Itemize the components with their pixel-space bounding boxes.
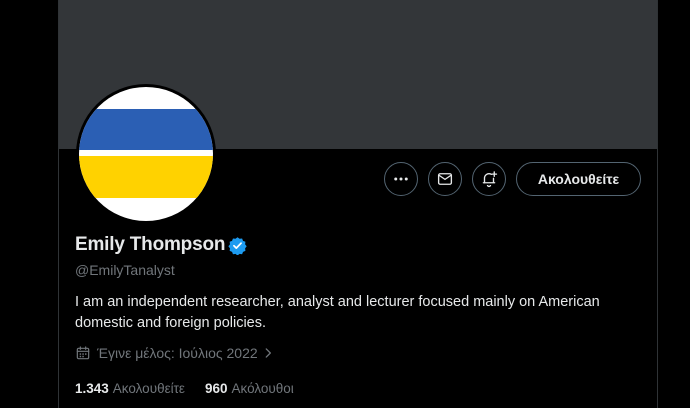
flag-avatar-image bbox=[79, 87, 213, 221]
join-date[interactable]: Έγινε μέλος: Ιούλιος 2022 bbox=[75, 345, 275, 361]
avatar-image bbox=[79, 87, 213, 221]
following-label: Ακολουθείτε bbox=[112, 381, 185, 396]
chevron-right-icon bbox=[265, 348, 271, 358]
follow-stats: 1.343 Ακολουθείτε 960 Ακόλουθοι bbox=[75, 381, 314, 396]
following-button[interactable]: Ακολουθείτε bbox=[516, 162, 641, 196]
following-stat[interactable]: 1.343 Ακολουθείτε bbox=[75, 381, 185, 396]
more-button[interactable] bbox=[384, 162, 418, 196]
avatar[interactable] bbox=[76, 84, 216, 224]
profile-handle: @EmilyTanalyst bbox=[75, 262, 175, 278]
following-count: 1.343 bbox=[75, 381, 109, 396]
followers-count: 960 bbox=[204, 381, 228, 396]
display-name: Emily Thompson bbox=[75, 234, 226, 255]
followers-label: Ακόλουθοι bbox=[231, 381, 294, 396]
message-button[interactable] bbox=[428, 162, 462, 196]
right-divider bbox=[657, 0, 658, 408]
profile-name-row: Emily Thompson bbox=[75, 234, 247, 256]
followers-stat[interactable]: 960 Ακόλουθοι bbox=[205, 381, 294, 396]
calendar-icon bbox=[76, 346, 90, 360]
more-icon bbox=[394, 177, 408, 181]
verified-badge-icon[interactable] bbox=[228, 236, 247, 255]
notifications-button[interactable] bbox=[472, 162, 506, 196]
mail-icon bbox=[437, 173, 453, 185]
left-rail bbox=[0, 0, 58, 408]
bell-plus-icon bbox=[482, 171, 498, 188]
join-date-text: Έγινε μέλος: Ιούλιος 2022 bbox=[97, 345, 258, 361]
profile-bio: I am an independent researcher, analyst … bbox=[75, 294, 600, 331]
